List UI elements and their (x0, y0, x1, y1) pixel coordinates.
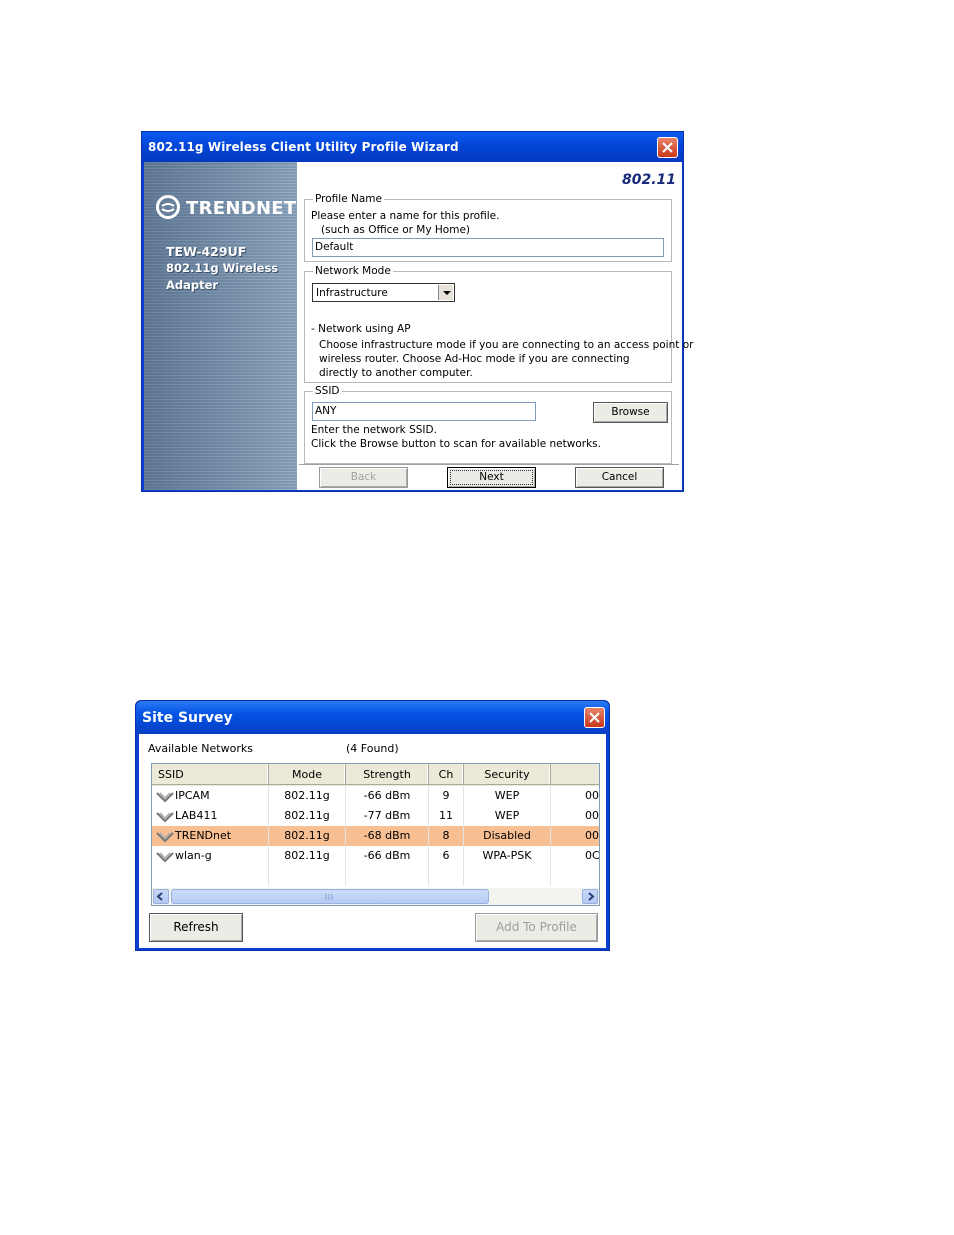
cell-extra: 0C (551, 846, 599, 866)
cell-strength: -77 dBm (346, 806, 429, 826)
cell-ch: 11 (429, 806, 464, 826)
profile-name-group-label: Profile Name (313, 193, 384, 205)
browse-button[interactable]: Browse (593, 402, 668, 423)
ssid-hint-1: Enter the network SSID. (311, 424, 437, 436)
trendnet-logo-icon (156, 195, 180, 219)
button-separator (299, 464, 679, 466)
cell-security: Disabled (464, 826, 551, 846)
wizard-close-button[interactable] (657, 137, 678, 158)
horizontal-scrollbar[interactable] (152, 888, 599, 905)
ssid-group: SSID Browse Enter the network SSID. Clic… (304, 385, 672, 464)
cell-mode: 802.11g (269, 826, 346, 846)
wizard-titlebar[interactable]: 802.11g Wireless Client Utility Profile … (142, 132, 683, 162)
cell-security: WEP (464, 806, 551, 826)
cell-security: WEP (464, 786, 551, 806)
cell-ch: 9 (429, 786, 464, 806)
grip-icon (325, 894, 333, 900)
network-mode-desc-title: - Network using AP (311, 323, 411, 335)
scroll-left-button[interactable] (153, 889, 169, 904)
cell-ssid: IPCAM (152, 786, 269, 806)
ssid-input-box[interactable] (312, 402, 536, 421)
survey-titlebar[interactable]: Site Survey (136, 701, 609, 734)
product-desc-line2: Adapter (166, 278, 219, 292)
cell-strength: -68 dBm (346, 826, 429, 846)
wizard-content: 802.11 Profile Name Please enter a name … (297, 162, 693, 490)
product-model: TEW-429UF (166, 244, 247, 259)
column-mode[interactable]: Mode (269, 764, 346, 785)
add-to-profile-button[interactable]: Add To Profile (475, 913, 598, 942)
column-channel[interactable]: Ch (429, 764, 464, 785)
trendnet-logo: TRENDNET (186, 198, 297, 219)
close-icon (662, 142, 673, 153)
empty-row (152, 866, 599, 886)
networks-found-count: (4 Found) (346, 742, 399, 755)
cell-ch: 6 (429, 846, 464, 866)
brand-label: 802.11 (621, 172, 676, 188)
survey-body: Available Networks (4 Found) SSID Mode S… (139, 734, 606, 948)
chevron-down-icon[interactable] (438, 285, 453, 300)
cell-strength: -66 dBm (346, 786, 429, 806)
networks-list[interactable]: SSID Mode Strength Ch Security IPCAM 802.… (151, 763, 600, 906)
table-row[interactable]: LAB411 802.11g -77 dBm 11 WEP 00 (152, 806, 599, 826)
cell-mode: 802.11g (269, 806, 346, 826)
cell-security: WPA-PSK (464, 846, 551, 866)
wizard-side-panel: TRENDNET TEW-429UF 802.11g Wireless Adap… (144, 162, 297, 490)
site-survey-window: Site Survey Available Networks (4 Found)… (135, 700, 610, 951)
cell-mode: 802.11g (269, 786, 346, 806)
empty-cell (269, 866, 346, 886)
back-button[interactable]: Back (319, 467, 408, 488)
cell-ssid: TRENDnet (152, 826, 269, 846)
ssid-hint-2: Click the Browse button to scan for avai… (311, 438, 601, 450)
table-row[interactable]: wlan-g 802.11g -66 dBm 6 WPA-PSK 0C (152, 846, 599, 866)
cell-extra: 00 (551, 786, 599, 806)
cell-strength: -66 dBm (346, 846, 429, 866)
cell-extra: 00 (551, 826, 599, 846)
scroll-right-button[interactable] (582, 889, 598, 904)
profile-name-input[interactable] (315, 241, 661, 253)
network-mode-group-label: Network Mode (313, 265, 393, 277)
network-mode-desc-2: wireless router. Choose Ad-Hoc mode if y… (319, 353, 630, 365)
close-icon (589, 712, 600, 723)
next-button[interactable]: Next (447, 467, 536, 488)
profile-name-example: (such as Office or My Home) (321, 224, 471, 236)
wizard-title: 802.11g Wireless Client Utility Profile … (148, 140, 459, 154)
empty-cell (464, 866, 551, 886)
network-mode-desc-3: directly to another computer. (319, 367, 473, 379)
network-mode-group: Network Mode Infrastructure - Network us… (304, 265, 693, 383)
empty-cell (429, 866, 464, 886)
survey-close-button[interactable] (584, 707, 605, 728)
profile-name-instruction: Please enter a name for this profile. (311, 210, 500, 222)
column-strength[interactable]: Strength (346, 764, 429, 785)
column-security[interactable]: Security (464, 764, 551, 785)
empty-cell (551, 866, 599, 886)
profile-name-group: Profile Name Please enter a name for thi… (304, 193, 672, 262)
empty-cell (152, 866, 269, 886)
table-row[interactable]: IPCAM 802.11g -66 dBm 9 WEP 00 (152, 786, 599, 806)
cancel-button[interactable]: Cancel (575, 467, 664, 488)
ssid-input[interactable] (315, 405, 533, 417)
profile-wizard-window: 802.11g Wireless Client Utility Profile … (141, 131, 693, 492)
column-ssid[interactable]: SSID (152, 764, 269, 785)
column-extra[interactable] (551, 764, 599, 785)
network-mode-value: Infrastructure (316, 287, 388, 299)
cell-ssid: LAB411 (152, 806, 269, 826)
product-desc-line1: 802.11g Wireless (166, 261, 279, 275)
cell-mode: 802.11g (269, 846, 346, 866)
survey-title: Site Survey (142, 710, 233, 726)
scroll-thumb[interactable] (171, 889, 489, 904)
cell-ch: 8 (429, 826, 464, 846)
profile-name-input-box[interactable] (312, 238, 664, 257)
table-row[interactable]: TRENDnet 802.11g -68 dBm 8 Disabled 00 (152, 826, 599, 846)
chevron-right-icon (588, 892, 595, 901)
refresh-button[interactable]: Refresh (149, 913, 243, 942)
empty-cell (346, 866, 429, 886)
cell-extra: 00 (551, 806, 599, 826)
networks-list-header: SSID Mode Strength Ch Security (152, 764, 599, 786)
available-networks-label: Available Networks (148, 742, 253, 755)
cell-ssid: wlan-g (152, 846, 269, 866)
ssid-group-label: SSID (313, 385, 342, 397)
network-mode-desc-1: Choose infrastructure mode if you are co… (319, 339, 694, 351)
network-mode-select[interactable]: Infrastructure (312, 283, 455, 302)
chevron-left-icon (156, 892, 163, 901)
